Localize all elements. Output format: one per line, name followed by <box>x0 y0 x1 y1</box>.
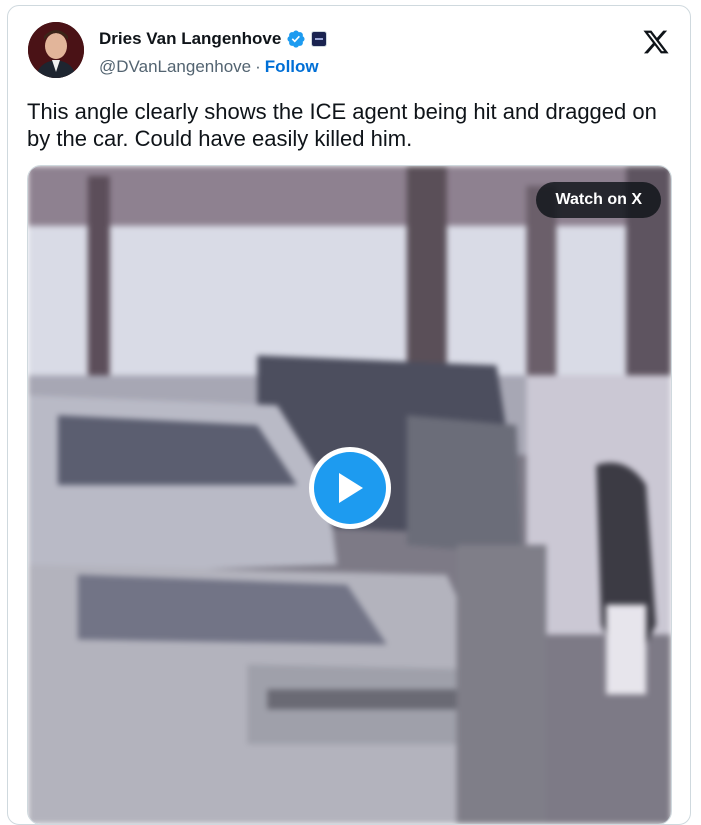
avatar-image <box>28 22 84 78</box>
separator-dot: · <box>255 57 261 76</box>
author-handle-row: @DVanLangenhove · Follow <box>99 57 319 77</box>
author-handle[interactable]: @DVanLangenhove <box>99 57 251 77</box>
author-name-row: Dries Van Langenhove <box>99 29 328 49</box>
avatar[interactable] <box>28 22 84 78</box>
play-icon <box>339 473 363 503</box>
affiliation-badge-icon[interactable] <box>311 31 328 47</box>
x-logo-icon[interactable] <box>642 28 670 56</box>
play-button[interactable] <box>309 447 391 529</box>
author-name[interactable]: Dries Van Langenhove <box>99 29 281 49</box>
watch-on-x-button[interactable]: Watch on X <box>536 182 661 218</box>
follow-button[interactable]: Follow <box>265 57 319 77</box>
video-player[interactable]: Watch on X <box>27 165 672 825</box>
play-button-circle <box>314 452 386 524</box>
verified-badge-icon <box>287 30 305 48</box>
tweet-text: This angle clearly shows the ICE agent b… <box>27 99 657 151</box>
embedded-tweet-card: Dries Van Langenhove @DVanLangenhove · F… <box>7 5 691 825</box>
